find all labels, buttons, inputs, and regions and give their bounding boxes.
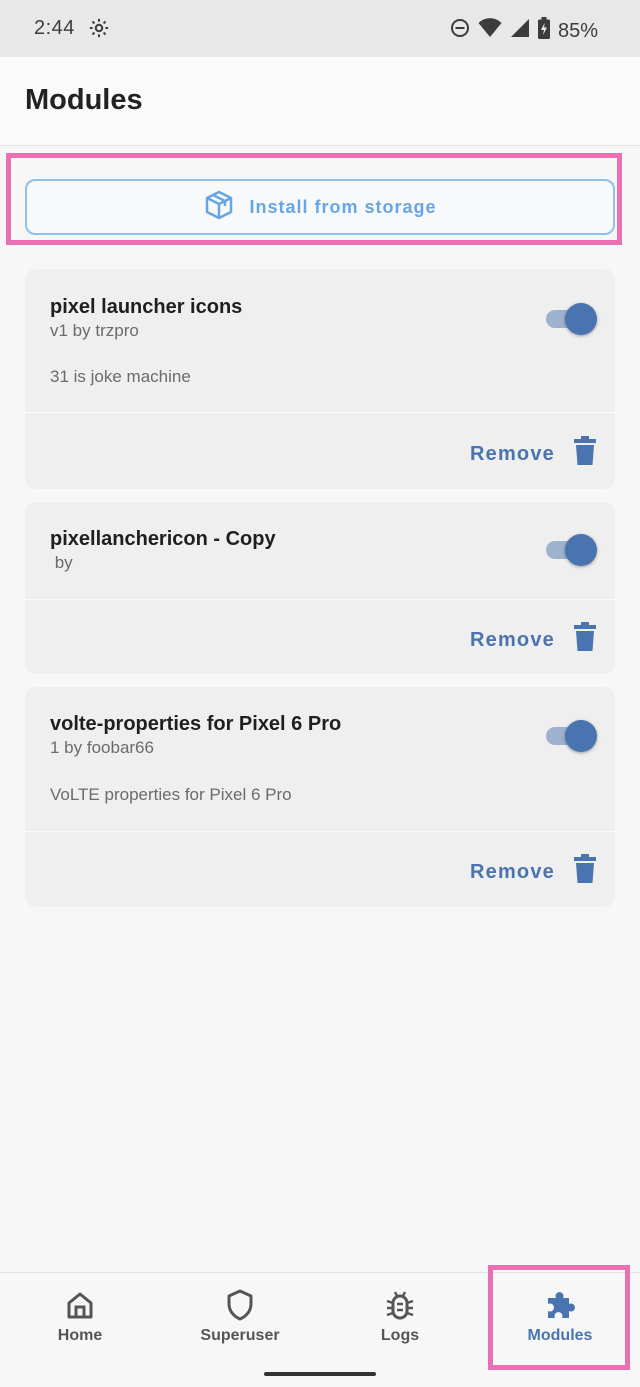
battery-percent: 85% [557,19,598,42]
module-card-pixel-launcher-icons: pixel launcher icons v1 by trzpro 31 is … [25,269,615,489]
nav-item-superuser[interactable]: Superuser [160,1288,320,1358]
card-divider [25,412,615,413]
module-name: volte-properties for Pixel 6 Pro [50,713,342,735]
module-version-author: v1 by trzpro [50,321,139,340]
package-box-icon [203,189,235,226]
bug-icon [383,1288,417,1322]
app-header: Modules [0,57,640,146]
trash-icon [573,622,597,658]
battery-charging-icon [537,17,550,45]
status-bar: 2:44 85% [0,0,640,57]
toggle-knob [565,534,597,566]
nav-item-home[interactable]: Home [0,1288,160,1358]
trash-icon [573,436,597,472]
status-time: 2:44 [34,17,75,39]
trash-icon [573,854,597,890]
remove-module-button[interactable]: Remove [470,436,597,472]
toggle-knob [565,303,597,335]
module-name: pixellanchericon - Copy [50,528,276,550]
module-card-pixellanchericon-copy: pixellanchericon - Copy by Remove [25,502,615,674]
gesture-navigation-bar[interactable] [264,1372,376,1376]
do-not-disturb-icon [450,18,470,44]
install-from-storage-button[interactable]: Install from storage [25,179,615,235]
home-icon [63,1288,97,1322]
remove-label: Remove [469,628,555,651]
remove-module-button[interactable]: Remove [470,622,597,658]
module-description: 31 is joke machine [50,367,191,386]
remove-label: Remove [469,860,555,883]
nav-item-logs[interactable]: Logs [320,1288,480,1358]
shield-icon [223,1288,257,1322]
nav-label-logs: Logs [380,1327,420,1344]
module-description: VoLTE properties for Pixel 6 Pro [50,785,292,804]
modules-nav-highlight [488,1265,630,1370]
nav-label-home: Home [57,1327,103,1344]
remove-module-button[interactable]: Remove [470,854,597,890]
nav-label-superuser: Superuser [200,1327,280,1344]
module-version-author: 1 by foobar66 [50,738,154,757]
page-title: Modules [25,84,143,116]
toggle-knob [565,720,597,752]
card-divider [25,599,615,600]
cell-signal-icon [510,18,530,44]
status-right-group: 85% [450,17,598,45]
wifi-icon [478,18,502,44]
remove-label: Remove [469,442,555,465]
module-name: pixel launcher icons [50,296,243,318]
module-version-author: by [50,553,73,572]
card-divider [25,831,615,832]
module-card-volte-properties: volte-properties for Pixel 6 Pro 1 by fo… [25,687,615,907]
settings-gear-icon [88,17,110,45]
install-button-label: Install from storage [249,196,437,217]
